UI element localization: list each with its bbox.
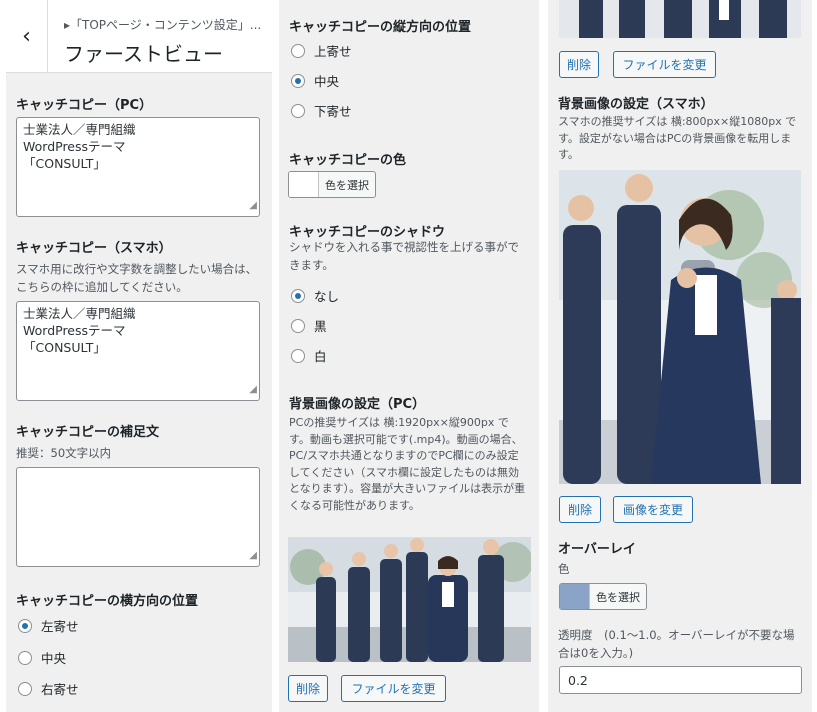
radio-v-middle[interactable]: 中央 (291, 71, 339, 90)
page-title: ファーストビュー (64, 42, 223, 66)
bg-pc-description: PCの推奨サイズは 横:1920px×縦900px です。動画も選択可能です(.… (289, 416, 526, 512)
radio-label: 下寄せ (314, 104, 352, 119)
radio-shadow-none[interactable]: なし (291, 286, 339, 305)
color-picker-label: 色を選択 (325, 178, 369, 192)
radio-shadow-white[interactable]: 白 (291, 346, 327, 365)
h-position-label: キャッチコピーの横方向の位置 (16, 594, 199, 609)
textarea-line: 「CONSULT」 (23, 340, 106, 355)
radio-label: 白 (314, 349, 327, 364)
catch-pc-textarea[interactable]: 士業法人／専門組織 WordPressテーマ 「CONSULT」 ◢ (16, 117, 260, 217)
radio-circle[interactable] (18, 618, 32, 633)
resize-handle-icon[interactable]: ◢ (249, 197, 257, 214)
textarea-line: 士業法人／専門組織 (23, 122, 136, 137)
radio-label: 中央 (41, 651, 67, 666)
radio-circle[interactable] (291, 43, 305, 58)
radio-label: なし (314, 289, 340, 304)
supplement-description: 推奨：50文字以内 (16, 446, 112, 460)
textarea-line: WordPressテーマ (23, 323, 126, 338)
radio-shadow-black[interactable]: 黒 (291, 316, 327, 335)
bg-sp-remove-button[interactable]: 削除 (559, 496, 601, 523)
textarea-line: 士業法人／専門組織 (23, 306, 136, 321)
radio-label: 上寄せ (314, 44, 352, 59)
radio-h-left[interactable]: 左寄せ (18, 616, 79, 635)
bg-sp-description: スマホの推奨サイズは 横:800px×縦1080px です。設定がない場合はPC… (558, 115, 797, 161)
shadow-description: シャドウを入れる事で視認性を上げる事ができます。 (289, 240, 519, 272)
textarea-line: WordPressテーマ (23, 139, 126, 154)
radio-label: 中央 (314, 74, 340, 89)
radio-v-bottom[interactable]: 下寄せ (291, 101, 352, 120)
panel-header: ‹ ▸「TOPページ・コンテンツ設定」... ファーストビュー (6, 0, 272, 73)
color-swatch (289, 172, 319, 197)
shadow-label: キャッチコピーのシャドウ (289, 225, 446, 240)
customizer-panel-scrolled: キャッチコピーの縦方向の位置 上寄せ 中央 下寄せ キャッチコピーの色 色を選択… (279, 0, 539, 712)
bg-pc-label: 背景画像の設定（PC） (289, 397, 426, 412)
color-swatch (560, 584, 590, 609)
customizer-panel-scrolled-2: 削除 ファイルを変更 背景画像の設定（スマホ） スマホの推奨サイズは 横:800… (548, 0, 812, 712)
radio-circle[interactable] (291, 288, 305, 303)
overlay-opacity-input[interactable]: 0.2 (559, 666, 802, 694)
radio-circle[interactable] (18, 650, 32, 665)
color-picker-button[interactable]: 色を選択 (288, 171, 376, 198)
top-remove-button[interactable]: 削除 (559, 51, 599, 78)
textarea-line: 「CONSULT」 (23, 156, 106, 171)
radio-label: 左寄せ (41, 619, 79, 634)
catch-pc-label: キャッチコピー（PC） (16, 98, 153, 113)
catch-sp-textarea[interactable]: 士業法人／専門組織 WordPressテーマ 「CONSULT」 ◢ (16, 301, 260, 401)
bg-pc-change-file-button[interactable]: ファイルを変更 (341, 675, 446, 702)
bg-pc-remove-button[interactable]: 削除 (288, 675, 328, 702)
overlay-color-label: 色 (558, 562, 570, 576)
customizer-panel: ‹ ▸「TOPページ・コンテンツ設定」... ファーストビュー キャッチコピー（… (6, 0, 272, 712)
bg-pc-preview-image-top (559, 0, 801, 38)
bg-pc-preview-image (288, 537, 531, 662)
catch-sp-description: スマホ用に改行や文字数を調整したい場合は、こちらの枠に追加してください。 (16, 262, 258, 294)
overlay-color-picker-button[interactable]: 色を選択 (559, 583, 647, 610)
supplement-label: キャッチコピーの補足文 (16, 425, 160, 440)
radio-label: 黒 (314, 319, 327, 334)
radio-circle[interactable] (18, 681, 32, 696)
color-label: キャッチコピーの色 (289, 153, 407, 168)
bg-sp-preview-image (559, 170, 801, 484)
radio-circle[interactable] (291, 348, 305, 363)
radio-circle[interactable] (291, 73, 305, 88)
supplement-textarea[interactable]: ◢ (16, 467, 260, 567)
catch-sp-label: キャッチコピー（スマホ） (16, 241, 172, 256)
overlay-label: オーバーレイ (558, 542, 636, 557)
radio-v-top[interactable]: 上寄せ (291, 41, 352, 60)
bg-sp-label: 背景画像の設定（スマホ） (558, 97, 714, 112)
chevron-left-icon: ‹ (22, 24, 31, 49)
bg-sp-change-image-button[interactable]: 画像を変更 (613, 496, 693, 523)
breadcrumb[interactable]: ▸「TOPページ・コンテンツ設定」... (64, 16, 261, 33)
v-position-label: キャッチコピーの縦方向の位置 (289, 20, 472, 35)
radio-circle[interactable] (291, 103, 305, 118)
radio-h-right[interactable]: 右寄せ (18, 679, 79, 698)
color-picker-label: 色を選択 (596, 590, 640, 604)
top-change-file-button[interactable]: ファイルを変更 (613, 51, 716, 78)
radio-h-center[interactable]: 中央 (18, 648, 66, 667)
back-button[interactable]: ‹ (6, 0, 48, 73)
radio-circle[interactable] (291, 318, 305, 333)
resize-handle-icon[interactable]: ◢ (249, 547, 257, 564)
overlay-opacity-label: 透明度 (0.1〜1.0。オーバーレイが不要な場合は0を入力。) (558, 628, 795, 660)
resize-handle-icon[interactable]: ◢ (249, 381, 257, 398)
radio-label: 右寄せ (41, 682, 79, 697)
